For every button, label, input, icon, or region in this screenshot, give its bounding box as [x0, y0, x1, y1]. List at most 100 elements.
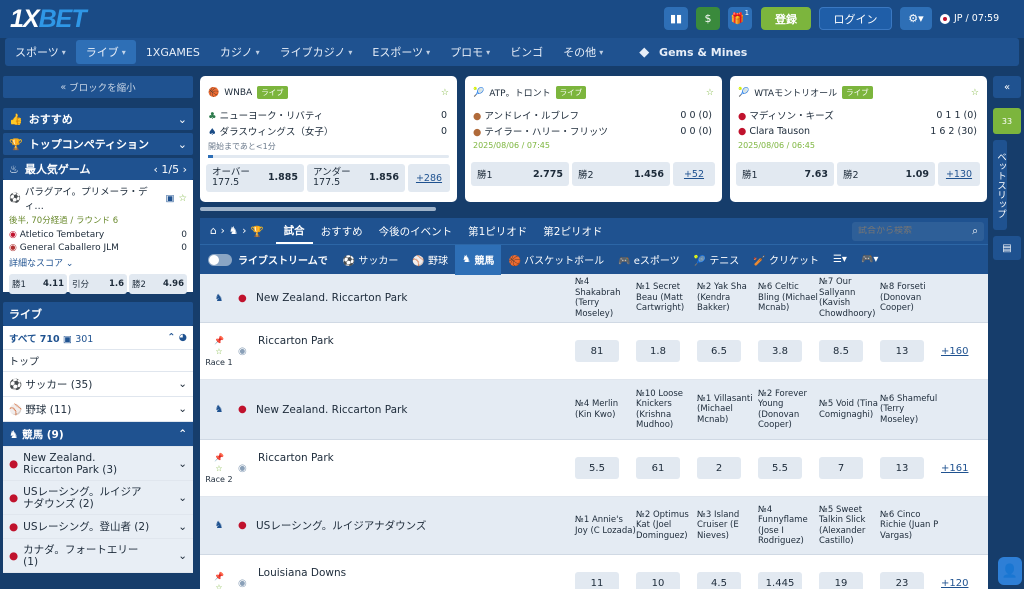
odd-button[interactable]: 13	[880, 457, 924, 479]
sport-soccer[interactable]: ⚽ サッカー (35) ⌄	[3, 372, 193, 397]
tab-period-2[interactable]: 第2ピリオド	[535, 224, 610, 239]
bet-counter[interactable]: 33	[993, 108, 1021, 134]
star-icon[interactable]: ☆	[215, 464, 222, 473]
odd-button[interactable]: 勝2 4.96	[129, 274, 187, 294]
odd-button[interactable]: 81	[575, 340, 619, 362]
more-markets-button[interactable]: +286	[408, 164, 450, 192]
logo[interactable]: 1XBET	[10, 5, 87, 34]
nav-sports[interactable]: スポーツ ▾	[5, 40, 76, 64]
nav-esports[interactable]: Eスポーツ ▾	[362, 40, 440, 64]
carousel-scrollbar[interactable]	[200, 207, 436, 211]
more-markets-link[interactable]: +160	[941, 346, 968, 357]
odd-button[interactable]: 1.8	[636, 340, 680, 362]
odd-button[interactable]: アンダー 177.5 1.856	[307, 164, 405, 192]
popular-games-row[interactable]: ♨ 最人気ゲーム ‹ 1/5 ›	[3, 158, 193, 180]
tab-matches[interactable]: 試合	[275, 218, 313, 244]
filter-horse-racing[interactable]: ♞ 競馬	[454, 244, 502, 275]
league-louisiana[interactable]: ● USレーシング。ルイジアナダウンズ (2) ⌄	[3, 481, 193, 515]
star-icon[interactable]: ☆	[441, 88, 449, 98]
odd-button[interactable]: 10	[636, 572, 680, 589]
league-mountaineer[interactable]: ● USレーシング。登山者 (2) ⌄	[3, 515, 193, 539]
odd-button[interactable]: 11	[575, 572, 619, 589]
odd-button[interactable]: 勝1 7.63	[736, 162, 834, 186]
nav-promo[interactable]: プロモ ▾	[440, 40, 500, 64]
odd-button[interactable]: オーバー 177.5 1.885	[206, 164, 304, 192]
tab-recommended[interactable]: おすすめ	[313, 224, 371, 239]
globe-icon[interactable]: ◕	[179, 332, 187, 343]
nav-live[interactable]: ライブ ▾	[75, 40, 136, 64]
event-card-wta[interactable]: 🎾 WTAモントリオール ライブ ☆ ● マディソン・キーズ 0 1 1 (0) ● C…	[730, 76, 987, 202]
star-icon[interactable]: ☆	[215, 347, 222, 356]
odd-button[interactable]: 勝1 2.775	[471, 162, 569, 186]
expand-icon[interactable]: «	[993, 76, 1021, 98]
next-icon[interactable]: ›	[183, 163, 187, 176]
odd-button[interactable]: 勝2 1.09	[837, 162, 935, 186]
language-time[interactable]: JP / 07:59	[936, 7, 1020, 30]
filter-tennis[interactable]: 🎾 テニス	[687, 252, 747, 267]
video-icon[interactable]: ▮▮	[664, 7, 688, 30]
dollar-icon[interactable]: $	[696, 7, 720, 30]
search-input[interactable]	[858, 226, 958, 236]
odd-button[interactable]: 8.5	[819, 340, 863, 362]
filter-esports[interactable]: 🎮 eスポーツ	[611, 252, 687, 267]
video-icon[interactable]: ▣	[165, 193, 174, 204]
detailed-score-link[interactable]: 詳細なスコア ⌄	[9, 256, 187, 269]
popular-match-card[interactable]: ⚽ パラグアイ。プリメーラ・ディ… ▣ ☆ 後半, 70分経過 / ラウンド 6 ◉ …	[3, 180, 193, 294]
filter-soccer[interactable]: ⚽ サッカー	[336, 252, 406, 267]
odd-button[interactable]: 2	[697, 457, 741, 479]
collapse-all-icon[interactable]: ⌃	[167, 332, 175, 343]
odd-button[interactable]: 23	[880, 572, 924, 589]
document-icon[interactable]: ▤	[993, 236, 1021, 260]
nav-live-casino[interactable]: ライブカジノ ▾	[270, 40, 363, 64]
prev-icon[interactable]: ‹	[153, 163, 157, 176]
odd-button[interactable]: 61	[636, 457, 680, 479]
odd-button[interactable]: 6.5	[697, 340, 741, 362]
trophy-icon[interactable]: 🏆	[247, 225, 276, 238]
horse-icon[interactable]: ♞	[225, 225, 242, 237]
league-fort-erie[interactable]: ● カナダ。フォートエリー (1) ⌄	[3, 539, 193, 573]
odd-button[interactable]: 13	[880, 340, 924, 362]
top-competitions-row[interactable]: 🏆 トップコンペティション ⌄	[3, 133, 193, 155]
more-markets-button[interactable]: +52	[673, 162, 715, 186]
menu-icon[interactable]: ☰▾	[826, 254, 854, 265]
gear-icon[interactable]: ⚙▾	[900, 7, 932, 30]
filter-cricket[interactable]: 🏏 クリケット	[746, 252, 826, 267]
nav-1xgames[interactable]: 1XGAMES	[136, 40, 210, 64]
odd-button[interactable]: 19	[819, 572, 863, 589]
event-card-wnba[interactable]: 🏀 WNBA ライブ ☆ ♣ ニューヨーク・リバティ 0 ♠ ダラスウィングス（女子） 0…	[200, 76, 457, 202]
race-row[interactable]: 📌 ☆ Race 2 ◉ Riccarton Park 5.5 61 2 5.5 7 13 +…	[200, 440, 988, 497]
all-live-row[interactable]: すべて 710 ▣ 301 ⌃ ◕	[3, 326, 193, 350]
top-row[interactable]: トップ	[3, 350, 193, 372]
league-riccarton[interactable]: ● New Zealand. Riccarton Park (3) ⌄	[3, 447, 193, 481]
more-markets-button[interactable]: +130	[938, 162, 980, 186]
odd-button[interactable]: 3.8	[758, 340, 802, 362]
nav-more[interactable]: その他 ▾	[553, 40, 613, 64]
search-icon[interactable]: ⌕	[972, 225, 978, 238]
login-button[interactable]: ログイン	[819, 7, 892, 30]
star-icon[interactable]: ☆	[971, 88, 979, 98]
odd-button[interactable]: 5.5	[575, 457, 619, 479]
sport-baseball[interactable]: ⚾ 野球 (11) ⌄	[3, 397, 193, 422]
live-stream-toggle[interactable]	[208, 253, 232, 266]
odd-button[interactable]: 4.5	[697, 572, 741, 589]
race-row[interactable]: 📌 ☆ ◉ Louisiana Downs 11 10 4.5 1.445 19 23 +1…	[200, 555, 988, 589]
odd-button[interactable]: 1.445	[758, 572, 802, 589]
sport-horse-racing[interactable]: ♞ 競馬 (9) ⌃	[3, 422, 193, 447]
recommended-row[interactable]: 👍 おすすめ ⌄	[3, 108, 193, 130]
betslip-tab[interactable]: ベットスリップ	[993, 140, 1007, 230]
race-row[interactable]: 📌 ☆ Race 1 ◉ Riccarton Park 81 1.8 6.5 3.8 8.5…	[200, 323, 988, 380]
home-icon[interactable]: ⌂	[200, 225, 221, 237]
filter-baseball[interactable]: ⚾ 野球	[405, 252, 455, 267]
gift-icon[interactable]: 🎁 1	[728, 7, 752, 30]
star-icon[interactable]: ☆	[215, 583, 222, 589]
pin-icon[interactable]: 📌	[214, 453, 224, 462]
odd-button[interactable]: 勝2 1.456	[572, 162, 670, 186]
event-card-atp[interactable]: 🎾 ATP。トロント ライブ ☆ ● アンドレイ・ルブレフ 0 0 (0) ● テイラー…	[465, 76, 722, 202]
more-markets-link[interactable]: +161	[941, 463, 968, 474]
odd-button[interactable]: 勝1 4.11	[9, 274, 67, 294]
register-button[interactable]: 登録	[761, 7, 811, 30]
nav-casino[interactable]: カジノ ▾	[210, 40, 270, 64]
odd-button[interactable]: 5.5	[758, 457, 802, 479]
nav-bingo[interactable]: ビンゴ	[500, 40, 553, 64]
nav-gems-mines[interactable]: ◆ Gems & Mines	[629, 40, 757, 64]
